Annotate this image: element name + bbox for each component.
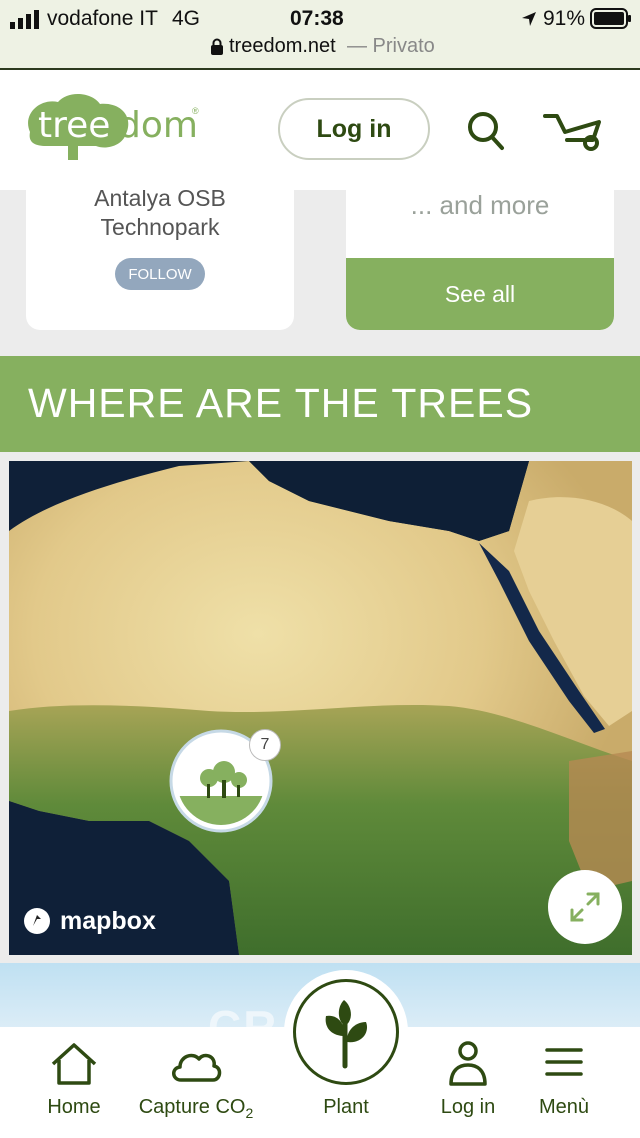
home-icon bbox=[51, 1043, 97, 1085]
url-label[interactable]: treedom.net bbox=[229, 35, 336, 58]
clock: 07:38 bbox=[290, 7, 344, 30]
satellite-map[interactable] bbox=[9, 461, 632, 955]
logo-text-tree: tree bbox=[38, 105, 110, 146]
cluster-count-badge: 7 bbox=[249, 729, 281, 761]
tab-login[interactable]: Log in bbox=[432, 1026, 504, 1138]
mapbox-icon bbox=[24, 908, 50, 934]
section-title: WHERE ARE THE TREES bbox=[28, 380, 534, 426]
hamburger-menu-icon bbox=[545, 1048, 583, 1076]
more-text: ... and more bbox=[410, 190, 550, 220]
mapbox-attribution[interactable]: mapbox bbox=[22, 906, 156, 936]
header-login-button[interactable]: Log in bbox=[278, 98, 430, 160]
battery-percent: 91% bbox=[543, 7, 586, 30]
tab-menu[interactable]: Menù bbox=[530, 1026, 598, 1138]
see-all-button[interactable]: See all bbox=[346, 258, 614, 330]
battery-icon bbox=[590, 8, 631, 29]
company-name: Antalya OSB Technopark bbox=[26, 184, 294, 242]
capture-label-subscript: 2 bbox=[245, 1105, 254, 1121]
carrier-label: vodafone IT bbox=[47, 7, 158, 30]
tab-plant[interactable]: Plant bbox=[300, 1026, 392, 1138]
treedom-logo[interactable]: tree dom ® bbox=[22, 92, 202, 164]
expand-icon bbox=[570, 892, 600, 922]
cloud-icon bbox=[172, 1053, 222, 1082]
search-icon[interactable] bbox=[466, 110, 506, 152]
signal-icon bbox=[10, 10, 39, 29]
capture-label-text: Capture CO bbox=[138, 1096, 246, 1118]
tab-login-label: Log in bbox=[440, 1096, 496, 1118]
lock-icon bbox=[211, 38, 223, 55]
user-icon bbox=[449, 1041, 487, 1086]
tab-capture-label: Capture CO2 bbox=[139, 1096, 254, 1121]
tab-home-label: Home bbox=[47, 1096, 101, 1118]
tab-menu-label: Menù bbox=[538, 1096, 590, 1118]
logo-text-dom: dom bbox=[118, 105, 198, 146]
follow-button[interactable]: FOLLOW bbox=[115, 258, 205, 290]
tab-capture-co2[interactable]: Capture CO2 bbox=[132, 1026, 260, 1138]
private-label: — Privato bbox=[347, 35, 435, 57]
network-label: 4G bbox=[172, 7, 201, 30]
company-name-line2: Technopark bbox=[100, 214, 220, 240]
site-header: tree dom ® Log in bbox=[0, 68, 640, 190]
map-expand-button[interactable] bbox=[548, 870, 622, 944]
cart-wheelbarrow-icon[interactable] bbox=[543, 110, 605, 152]
status-bar: vodafone IT 4G 07:38 91% treedom.net — P… bbox=[0, 0, 640, 68]
tab-plant-label: Plant bbox=[323, 1096, 369, 1118]
svg-text:®: ® bbox=[192, 106, 199, 116]
mapbox-label: mapbox bbox=[60, 906, 156, 935]
tab-home[interactable]: Home bbox=[40, 1026, 108, 1138]
location-arrow-icon bbox=[522, 12, 536, 26]
trees-map[interactable] bbox=[9, 461, 632, 955]
